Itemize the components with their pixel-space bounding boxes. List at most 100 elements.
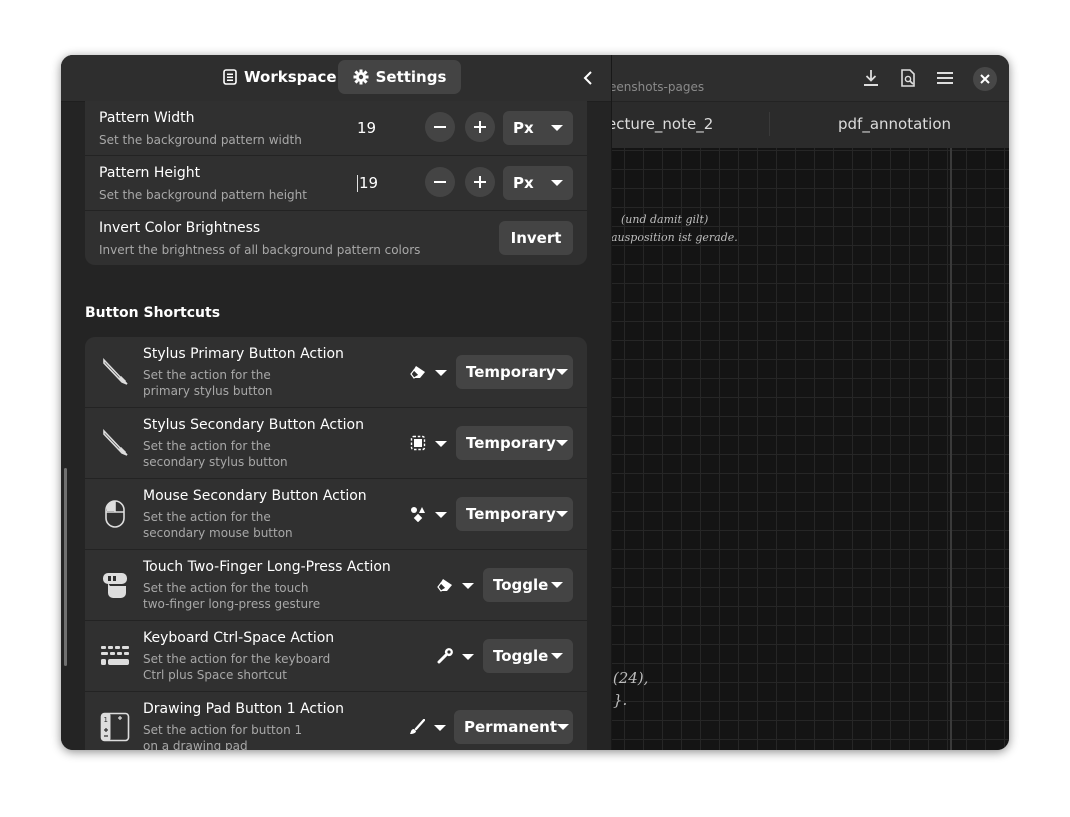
- eraser-icon[interactable]: [436, 576, 454, 594]
- export-document-icon[interactable]: [897, 67, 919, 89]
- shortcut-title: Stylus Primary Button Action: [143, 346, 344, 362]
- settings-sidebar: Workspace Settings Pattern Width Set the…: [61, 55, 612, 750]
- tab-settings-label: Settings: [375, 68, 447, 86]
- tab-separator: [769, 112, 770, 136]
- shortcut-mode-label: Temporary: [466, 434, 556, 452]
- download-icon[interactable]: [860, 67, 882, 89]
- shortcut-subtitle-2: Ctrl plus Space shortcut: [143, 668, 287, 682]
- shortcut-row-touch-long-press: Touch Two-Finger Long-Press Action Set t…: [85, 550, 587, 620]
- button-shortcuts-heading: Button Shortcuts: [85, 305, 221, 321]
- tab-settings[interactable]: Settings: [338, 60, 461, 94]
- pattern-height-subtitle: Set the background pattern height: [99, 188, 307, 202]
- pattern-width-input[interactable]: 19: [357, 119, 376, 137]
- shortcut-title: Mouse Secondary Button Action: [143, 488, 367, 504]
- stylus-icon: [99, 356, 131, 388]
- chevron-down-icon: [551, 125, 563, 131]
- shortcut-subtitle-1: Set the action for the keyboard: [143, 652, 331, 666]
- shortcut-mode-dropdown[interactable]: Temporary: [456, 355, 573, 389]
- pattern-width-decrease-button[interactable]: [425, 112, 455, 142]
- shortcut-row-stylus-primary: Stylus Primary Button Action Set the act…: [85, 337, 587, 407]
- invert-brightness-subtitle: Invert the brightness of all background …: [99, 243, 421, 257]
- chevron-down-icon[interactable]: [462, 583, 474, 589]
- shortcut-row-mouse-secondary: Mouse Secondary Button Action Set the ac…: [85, 479, 587, 549]
- selector-icon[interactable]: [409, 434, 427, 452]
- chevron-down-icon: [557, 724, 570, 730]
- shortcut-mode-dropdown[interactable]: Temporary: [456, 426, 573, 460]
- shortcut-subtitle-1: Set the action for the: [143, 439, 271, 453]
- gear-icon: [353, 69, 369, 85]
- pattern-width-unit-dropdown[interactable]: Px: [503, 111, 573, 145]
- brush-icon[interactable]: [408, 718, 426, 736]
- shortcut-subtitle-2: primary stylus button: [143, 384, 273, 398]
- sidebar-header: Workspace Settings: [61, 55, 611, 102]
- pattern-height-row: Pattern Height Set the background patter…: [85, 156, 587, 210]
- pattern-height-decrease-button[interactable]: [425, 167, 455, 197]
- touch-gesture-icon: [99, 569, 131, 601]
- mouse-icon: [99, 498, 131, 530]
- chevron-down-icon[interactable]: [435, 512, 447, 518]
- plus-icon: [474, 121, 486, 133]
- button-shortcuts-card: Stylus Primary Button Action Set the act…: [85, 337, 587, 750]
- chevron-down-icon[interactable]: [435, 441, 447, 447]
- shortcut-mode-dropdown[interactable]: Permanent: [454, 710, 573, 744]
- shortcut-title: Keyboard Ctrl-Space Action: [143, 630, 335, 646]
- chevron-down-icon[interactable]: [434, 725, 446, 731]
- invert-button[interactable]: Invert: [499, 221, 573, 255]
- shortcut-subtitle-1: Set the action for the: [143, 510, 271, 524]
- tab-pdf-annotation[interactable]: pdf_annotation: [838, 115, 951, 133]
- chevron-down-icon[interactable]: [435, 370, 447, 376]
- tab-workspace[interactable]: Workspace: [211, 60, 349, 94]
- invert-brightness-title: Invert Color Brightness: [99, 220, 261, 236]
- minus-icon: [434, 181, 446, 183]
- handwriting-4: }.: [613, 691, 628, 709]
- document-icon: [223, 69, 237, 85]
- scrollbar[interactable]: [64, 468, 67, 666]
- shortcut-title: Drawing Pad Button 1 Action: [143, 701, 344, 717]
- svg-text:1: 1: [104, 716, 108, 724]
- handwriting-1: (und damit gilt): [621, 213, 709, 226]
- pattern-height-increase-button[interactable]: [465, 167, 495, 197]
- chevron-down-icon: [555, 440, 568, 446]
- chevron-down-icon[interactable]: [462, 654, 474, 660]
- wrench-icon[interactable]: [436, 647, 454, 665]
- text-cursor: [357, 175, 358, 192]
- shortcut-mode-label: Toggle: [493, 647, 549, 665]
- document-path: eenshots-pages: [609, 80, 705, 94]
- shortcut-subtitle-1: Set the action for the: [143, 368, 271, 382]
- chevron-left-icon: [583, 71, 592, 85]
- stylus-icon: [99, 427, 131, 459]
- shortcut-title: Touch Two-Finger Long-Press Action: [143, 559, 391, 575]
- pattern-settings-card: Pattern Width Set the background pattern…: [85, 101, 587, 265]
- pattern-width-title: Pattern Width: [99, 110, 195, 126]
- chevron-down-icon: [555, 369, 568, 375]
- pattern-height-unit-dropdown[interactable]: Px: [503, 166, 573, 200]
- shortcut-mode-dropdown[interactable]: Temporary: [456, 497, 573, 531]
- shortcut-subtitle-1: Set the action for button 1: [143, 723, 303, 737]
- pattern-height-unit-label: Px: [513, 174, 534, 192]
- minus-icon: [434, 126, 446, 128]
- shortcut-row-stylus-secondary: Stylus Secondary Button Action Set the a…: [85, 408, 587, 478]
- shortcut-row-keyboard-ctrl-space: Keyboard Ctrl-Space Action Set the actio…: [85, 621, 587, 691]
- shortcut-mode-dropdown[interactable]: Toggle: [483, 639, 573, 673]
- close-button[interactable]: [973, 67, 997, 91]
- eraser-icon[interactable]: [409, 363, 427, 381]
- pattern-width-increase-button[interactable]: [465, 112, 495, 142]
- shapes-icon[interactable]: [409, 505, 427, 523]
- shortcut-mode-dropdown[interactable]: Toggle: [483, 568, 573, 602]
- shortcut-subtitle-2: two-finger long-press gesture: [143, 597, 321, 611]
- shortcut-mode-label: Permanent: [464, 718, 558, 736]
- keyboard-icon: [99, 640, 131, 672]
- menu-icon[interactable]: [934, 67, 956, 89]
- tab-lecture-note[interactable]: ecture_note_2: [607, 115, 713, 133]
- page-boundary: [950, 148, 952, 750]
- shortcut-subtitle-1: Set the action for the touch: [143, 581, 309, 595]
- pattern-height-input[interactable]: 19: [359, 174, 378, 192]
- shortcut-mode-label: Temporary: [466, 363, 556, 381]
- pattern-height-title: Pattern Height: [99, 165, 201, 181]
- shortcut-subtitle-2: secondary stylus button: [143, 455, 288, 469]
- collapse-sidebar-button[interactable]: [579, 67, 597, 89]
- close-icon: [980, 74, 990, 84]
- shortcut-title: Stylus Secondary Button Action: [143, 417, 364, 433]
- drawing-pad-icon: 1: [99, 711, 131, 743]
- pattern-width-subtitle: Set the background pattern width: [99, 133, 302, 147]
